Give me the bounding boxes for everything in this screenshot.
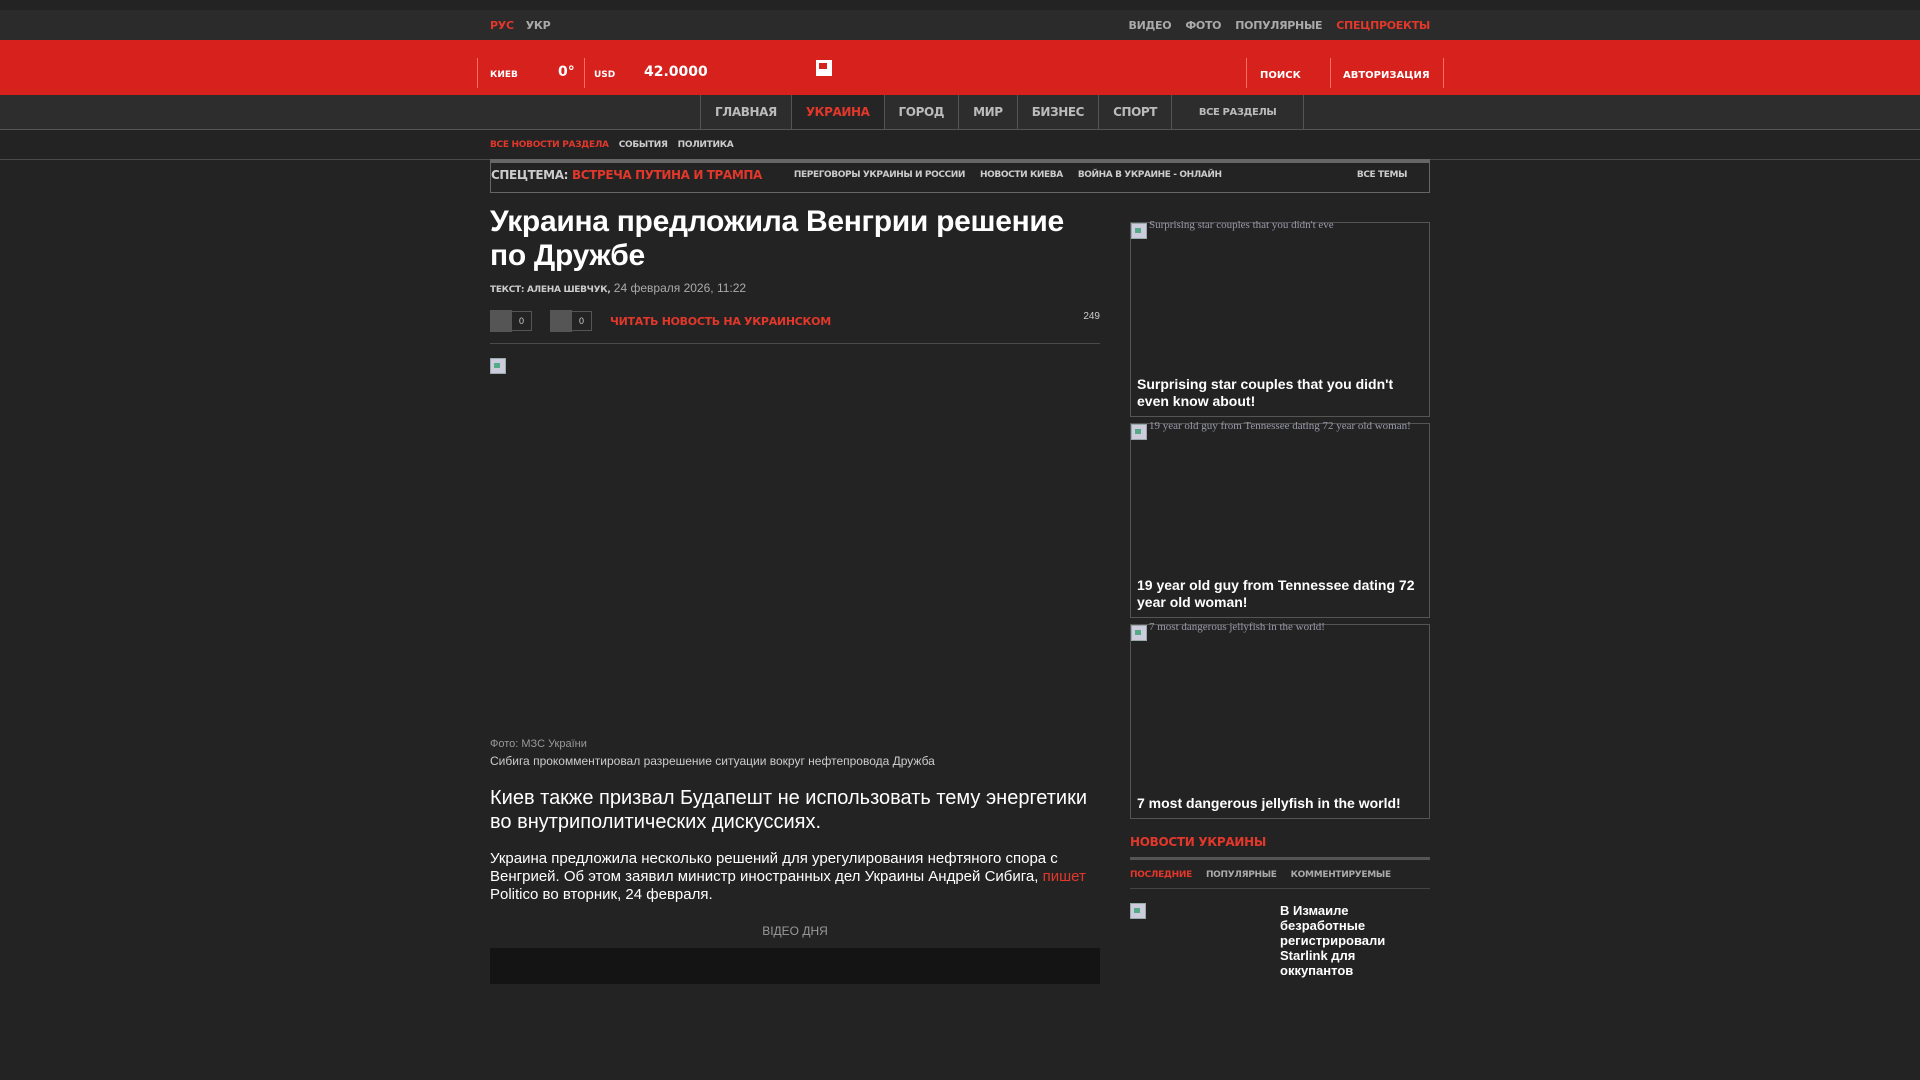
header-divider	[1443, 58, 1444, 88]
article-lead: Киев также призвал Будапешт не использов…	[490, 787, 1088, 833]
weather-city[interactable]: КИЕВ	[490, 70, 518, 80]
news-title[interactable]: В Измаиле безработные регистрировали Sta…	[1280, 903, 1400, 983]
top-link-specprojects[interactable]: СПЕЦПРОЕКТЫ	[1336, 19, 1430, 32]
top-strip	[0, 0, 1920, 10]
header-divider	[477, 58, 478, 88]
news-item[interactable]: В Измаиле безработные регистрировали Sta…	[1130, 903, 1430, 983]
header: КИЕВ 0° USD 42.0000 ПОИСК АВТОРИЗАЦИЯ	[0, 40, 1920, 95]
sub-nav: ВСЕ НОВОСТИ РАЗДЕЛА СОБЫТИЯ ПОЛИТИКА	[0, 130, 1920, 160]
subnav-item-all-news[interactable]: ВСЕ НОВОСТИ РАЗДЕЛА	[490, 140, 609, 150]
ad-title[interactable]: Surprising star couples that you didn't …	[1137, 376, 1421, 410]
news-thumbnail[interactable]	[1130, 903, 1280, 983]
nav-item-home[interactable]: ГЛАВНАЯ	[700, 95, 791, 129]
ad-image-alt: 7 most dangerous jellyfish in the world!	[1149, 621, 1325, 633]
header-divider	[1246, 58, 1247, 88]
telegram-icon	[550, 310, 572, 332]
top-link-video[interactable]: ВИДЕО	[1129, 19, 1172, 32]
nav-item-all-sections[interactable]: ВСЕ РАЗДЕЛЫ	[1171, 95, 1305, 129]
main-nav: ГЛАВНАЯ УКРАИНА ГОРОД МИР БИЗНЕС СПОРТ В…	[0, 95, 1920, 130]
spec-theme-bar: СПЕЦТЕМА: ВСТРЕЧА ПУТИНА И ТРАМПА ПЕРЕГО…	[490, 159, 1430, 193]
nav-item-business[interactable]: БИЗНЕС	[1016, 95, 1098, 129]
share-count: 0	[572, 311, 592, 331]
header-divider	[1330, 58, 1331, 88]
article-divider	[490, 343, 1100, 344]
nav-item-world[interactable]: МИР	[958, 95, 1017, 129]
site-logo-icon[interactable]	[816, 60, 832, 76]
article-body: Украина предложила несколько решений для…	[490, 850, 1100, 904]
sidebar: Surprising star couples that you didn't …	[1130, 219, 1430, 983]
currency-code[interactable]: USD	[594, 70, 615, 80]
tab-latest[interactable]: ПОСЛЕДНИЕ	[1130, 870, 1192, 880]
nav-item-sport[interactable]: СПОРТ	[1098, 95, 1171, 129]
ad-title[interactable]: 7 most dangerous jellyfish in the world!	[1137, 795, 1421, 812]
news-section-heading[interactable]: НОВОСТИ УКРАИНЫ	[1130, 835, 1430, 860]
top-link-popular[interactable]: ПОПУЛЯРНЫЕ	[1235, 19, 1322, 32]
weather-temperature: 0°	[558, 64, 575, 80]
spec-link-kyiv-news[interactable]: НОВОСТИ КИЕВА	[980, 170, 1063, 180]
spec-link-war-online[interactable]: ВОЙНА В УКРАИНЕ - ОНЛАЙН	[1078, 170, 1222, 180]
broken-image-icon	[490, 358, 506, 374]
spec-theme-topic[interactable]: ВСТРЕЧА ПУТИНА И ТРАМПА	[572, 168, 762, 182]
subnav-item-events[interactable]: СОБЫТИЯ	[619, 140, 668, 150]
tab-commented[interactable]: КОММЕНТИРУЕМЫЕ	[1291, 870, 1391, 880]
broken-image-icon	[1130, 903, 1146, 919]
header-divider	[584, 58, 585, 88]
broken-image-icon	[1131, 223, 1147, 239]
subnav-item-politics[interactable]: ПОЛИТИКА	[678, 140, 734, 150]
article-date: 24 февраля 2026, 11:22	[613, 281, 747, 295]
news-tabs: ПОСЛЕДНИЕ ПОПУЛЯРНЫЕ КОММЕНТИРУЕМЫЕ	[1130, 860, 1430, 889]
article: Украина предложила Венгрии решение по Др…	[490, 205, 1100, 984]
ad-card[interactable]: Surprising star couples that you didn't …	[1130, 219, 1430, 417]
article-author[interactable]: ТЕКСТ: АЛЕНА ШЕВЧУК,	[490, 285, 611, 295]
search-button[interactable]: ПОИСК	[1260, 70, 1301, 81]
ad-image-alt: 19 year old guy from Tennessee dating 72…	[1149, 420, 1411, 432]
source-link[interactable]: пишет	[1043, 868, 1086, 885]
nav-item-ukraine[interactable]: УКРАИНА	[790, 95, 884, 129]
video-of-day-label: ВІДЕО ДНЯ	[762, 924, 828, 938]
photo-caption: Сибига прокомментировал разрешение ситуа…	[490, 754, 935, 768]
broken-image-icon	[1131, 625, 1147, 641]
facebook-icon	[490, 310, 512, 332]
read-in-ukrainian-link[interactable]: ЧИТАТЬ НОВОСТЬ НА УКРАИНСКОМ	[610, 315, 831, 328]
photo-credit: Фото: МЗС України	[490, 738, 587, 750]
spec-all-topics-link[interactable]: ВСЕ ТЕМЫ	[1357, 170, 1408, 180]
share-button-facebook[interactable]: 0	[490, 310, 532, 332]
article-byline: ТЕКСТ: АЛЕНА ШЕВЧУК, 24 февраля 2026, 11…	[490, 281, 1100, 295]
nav-item-city[interactable]: ГОРОД	[883, 95, 959, 129]
spec-theme-label: СПЕЦТЕМА:	[491, 168, 568, 182]
article-image	[490, 358, 1100, 738]
article-title: Украина предложила Венгрии решение по Др…	[490, 205, 1064, 272]
share-button-telegram[interactable]: 0	[550, 310, 592, 332]
spec-link-negotiations[interactable]: ПЕРЕГОВОРЫ УКРАИНЫ И РОССИИ	[794, 170, 966, 180]
ad-image-alt: Surprising star couples that you didn't …	[1149, 219, 1334, 231]
share-count: 0	[512, 311, 532, 331]
article-actions: 0 0 ЧИТАТЬ НОВОСТЬ НА УКРАИНСКОМ 249	[490, 309, 1100, 333]
login-button[interactable]: АВТОРИЗАЦИЯ	[1343, 70, 1430, 81]
ad-card[interactable]: 7 most dangerous jellyfish in the world!…	[1130, 621, 1430, 819]
ad-card[interactable]: 19 year old guy from Tennessee dating 72…	[1130, 420, 1430, 618]
top-bar: РУС УКР ВИДЕО ФОТО ПОПУЛЯРНЫЕ СПЕЦПРОЕКТ…	[0, 10, 1920, 40]
article-body-text: Politico во вторник, 24 февраля.	[490, 886, 713, 903]
lang-ua-link[interactable]: УКР	[526, 19, 551, 32]
top-link-photo[interactable]: ФОТО	[1185, 19, 1221, 32]
views-count: 249	[1083, 311, 1100, 322]
top-links: ВИДЕО ФОТО ПОПУЛЯРНЫЕ СПЕЦПРОЕКТЫ	[1129, 19, 1431, 32]
currency-rate: 42.0000	[644, 64, 708, 80]
article-body-text: Украина предложила несколько решений для…	[490, 850, 1058, 885]
broken-image-icon	[1131, 424, 1147, 440]
lang-ru-link[interactable]: РУС	[490, 19, 514, 32]
video-player[interactable]	[490, 948, 1100, 984]
tab-popular[interactable]: ПОПУЛЯРНЫЕ	[1206, 870, 1277, 880]
ad-title[interactable]: 19 year old guy from Tennessee dating 72…	[1137, 577, 1421, 611]
